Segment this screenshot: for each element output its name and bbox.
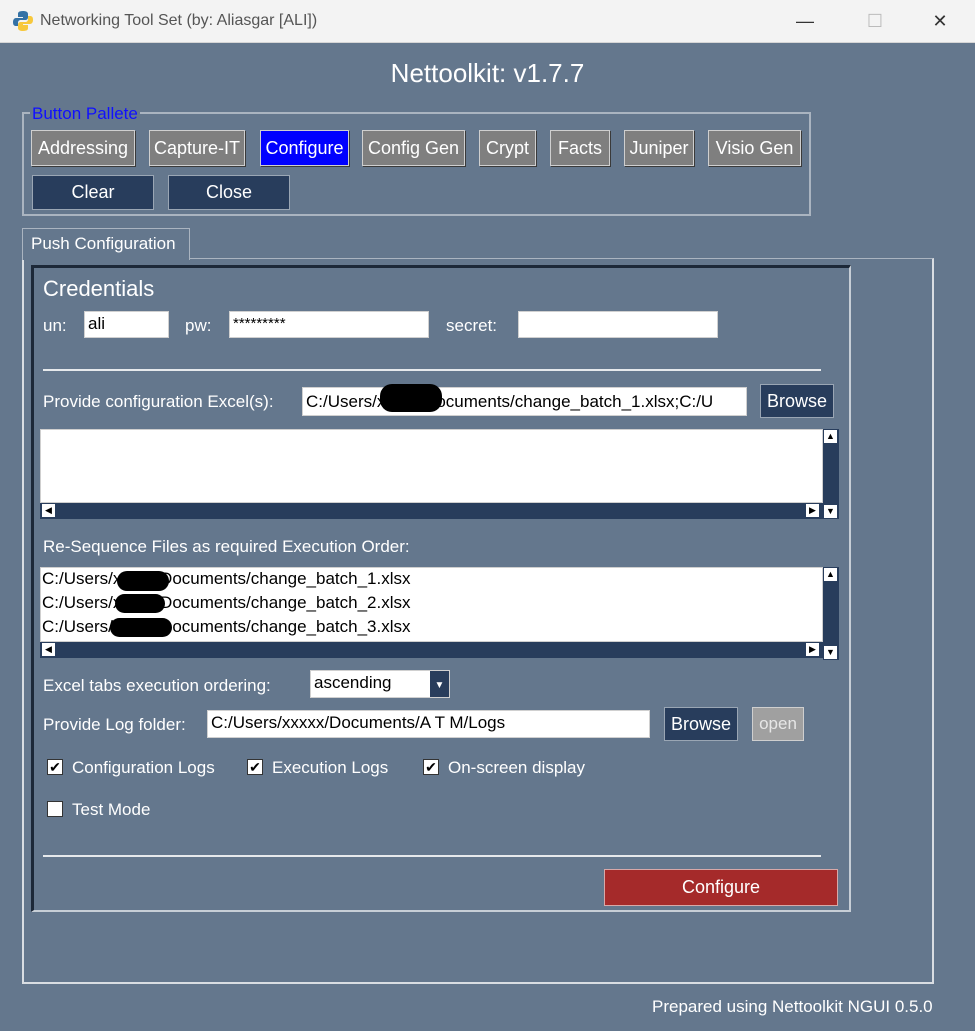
python-logo-icon	[12, 10, 34, 32]
tab-push-configuration[interactable]: Push Configuration	[22, 228, 190, 260]
excel-file-list[interactable]	[40, 429, 823, 503]
palette-configure-button[interactable]: Configure	[260, 130, 349, 166]
close-button[interactable]: Close	[168, 175, 290, 210]
log-folder-input[interactable]: C:/Users/xxxxx/Documents/A T M/Logs	[207, 710, 650, 738]
scroll-up-icon[interactable]: ▲	[824, 430, 837, 443]
clear-button[interactable]: Clear	[32, 175, 154, 210]
palette-capture-it-button[interactable]: Capture-IT	[149, 130, 245, 166]
app-title: Nettoolkit: v1.7.7	[390, 58, 585, 88]
palette-juniper-button[interactable]: Juniper	[624, 130, 694, 166]
onscreen-display-label: On-screen display	[448, 758, 586, 777]
scroll-left-icon[interactable]: ◀	[42, 643, 55, 656]
scroll-right-icon[interactable]: ▶	[806, 643, 819, 656]
configuration-logs-checkbox[interactable]: ✔	[47, 759, 63, 775]
log-folder-label: Provide Log folder:	[43, 715, 186, 734]
button-palette-legend: Button Pallete	[30, 104, 140, 124]
ordering-select[interactable]: ascending	[310, 670, 450, 698]
resequence-label: Re-Sequence Files as required Execution …	[43, 537, 410, 556]
execution-logs-checkbox[interactable]: ✔	[247, 759, 263, 775]
onscreen-display-checkbox[interactable]: ✔	[423, 759, 439, 775]
config-excel-label: Provide configuration Excel(s):	[43, 392, 274, 411]
palette-facts-button[interactable]: Facts	[550, 130, 610, 166]
password-input[interactable]: *********	[229, 311, 429, 338]
scroll-down-icon[interactable]: ▼	[824, 646, 837, 659]
config-excel-input[interactable]: C:/Users/xxxxx/Documents/change_batch_1.…	[302, 387, 747, 416]
log-open-button[interactable]: open	[752, 707, 804, 741]
separator	[43, 369, 821, 371]
username-label: un:	[43, 316, 67, 335]
separator	[43, 855, 821, 857]
palette-addressing-button[interactable]: Addressing	[31, 130, 135, 166]
close-icon[interactable]: ✕	[920, 6, 960, 36]
configuration-logs-label: Configuration Logs	[72, 758, 215, 777]
test-mode-label: Test Mode	[72, 800, 151, 819]
execution-logs-label: Execution Logs	[272, 758, 389, 777]
resequence-horizontal-scrollbar[interactable]	[40, 642, 823, 658]
scroll-up-icon[interactable]: ▲	[824, 568, 837, 581]
scroll-left-icon[interactable]: ◀	[42, 504, 55, 517]
redaction-mark	[380, 384, 442, 412]
redaction-mark	[110, 618, 172, 637]
window-title: Networking Tool Set (by: Aliasgar [ALI])	[40, 12, 318, 29]
ordering-label: Excel tabs execution ordering:	[43, 676, 271, 695]
palette-visio-gen-button[interactable]: Visio Gen	[708, 130, 801, 166]
minimize-icon[interactable]: —	[785, 6, 825, 36]
ordering-selected-value: ascending	[314, 673, 392, 692]
secret-input[interactable]	[518, 311, 718, 338]
footer-credit: Prepared using Nettoolkit NGUI 0.5.0	[652, 997, 933, 1016]
log-browse-button[interactable]: Browse	[664, 707, 738, 741]
chevron-down-icon[interactable]: ▼	[430, 671, 449, 697]
maximize-icon[interactable]: ☐	[855, 6, 895, 36]
password-label: pw:	[185, 316, 212, 335]
palette-config-gen-button[interactable]: Config Gen	[362, 130, 465, 166]
username-input[interactable]: ali	[84, 311, 169, 338]
excel-list-horizontal-scrollbar[interactable]	[40, 503, 823, 519]
test-mode-checkbox[interactable]	[47, 801, 63, 817]
excel-browse-button[interactable]: Browse	[760, 384, 834, 418]
scroll-down-icon[interactable]: ▼	[824, 505, 837, 518]
credentials-heading: Credentials	[43, 276, 155, 301]
list-item[interactable]: C:/Users/xxxxx/Documents/change_batch_2.…	[42, 591, 411, 615]
list-item[interactable]: C:/Users/xxxxx/Documents/change_batch_1.…	[42, 567, 411, 591]
configure-submit-button[interactable]: Configure	[604, 869, 838, 906]
secret-label: secret:	[446, 316, 498, 335]
redaction-mark	[117, 571, 169, 591]
list-item[interactable]: C:/Users/xxxxx/Documents/change_batch_3.…	[42, 615, 411, 639]
scroll-right-icon[interactable]: ▶	[806, 504, 819, 517]
palette-crypt-button[interactable]: Crypt	[479, 130, 536, 166]
redaction-mark	[115, 594, 165, 613]
